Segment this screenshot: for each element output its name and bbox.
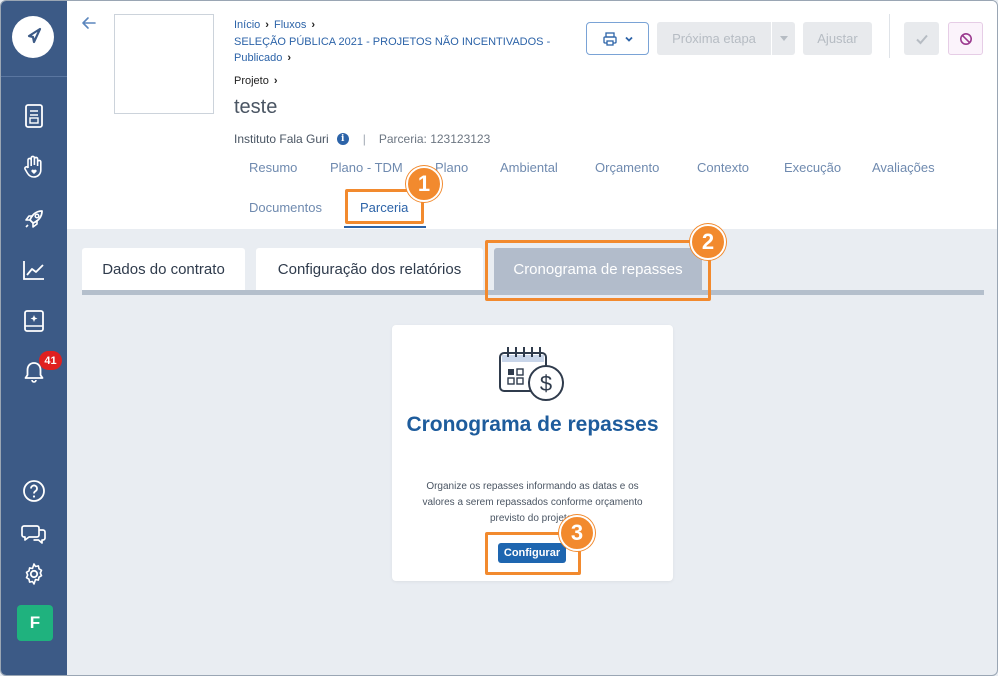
toolbar-divider [889,14,890,58]
breadcrumb-projeto-row: Projeto › [234,75,278,87]
active-tab-underline [344,226,426,228]
breadcrumb-projeto[interactable]: Projeto [234,75,269,87]
printer-icon [602,31,617,46]
avatar[interactable]: F [17,605,53,641]
rocket-icon[interactable] [19,204,49,234]
card-description: Organize os repasses informando as datas… [422,481,643,524]
subtab-dados-contrato[interactable]: Dados do contrato [82,248,245,290]
svg-text:$: $ [540,371,552,396]
project-header: Início › Fluxos › SELEÇÃO PÚBLICA 2021 - PR… [67,1,997,229]
next-stage-button-group: Próxima etapa [657,22,795,55]
info-icon[interactable]: i [336,133,349,145]
sidebar: 41 F [1,1,67,675]
next-stage-dropdown[interactable] [771,22,795,55]
tab-orcamento[interactable]: Orçamento [595,160,659,175]
print-button[interactable] [586,22,649,55]
tab-documentos[interactable]: Documentos [249,200,322,215]
block-icon [959,32,972,45]
tab-avaliacoes[interactable]: Avaliações [872,160,935,175]
tab-execucao[interactable]: Execução [784,160,841,175]
chevron-down-icon [624,36,633,42]
project-thumbnail [114,14,214,114]
chart-icon[interactable] [19,255,49,285]
tab-resumo[interactable]: Resumo [249,160,297,175]
tab-plano[interactable]: Plano [435,160,468,175]
step-marker-1: 1 [406,166,442,202]
app-window: 41 F Início › Fluxos › SELEÇÃO PÚBLICA 2021… [0,0,998,676]
check-icon [915,34,928,44]
caret-down-icon [779,35,788,41]
project-meta: Instituto Fala Guri i | Parceria: 123123… [234,132,490,146]
tab-plano-tdm[interactable]: Plano - TDM [330,160,403,175]
navigation-logo-icon[interactable] [12,16,54,58]
help-icon[interactable] [19,476,49,506]
chat-icon[interactable] [19,518,49,548]
notification-badge: 41 [39,351,62,370]
highlight-box-2 [485,240,711,301]
adjust-button[interactable]: Ajustar [803,22,872,55]
next-stage-button[interactable]: Próxima etapa [657,22,771,55]
book-icon[interactable] [19,306,49,336]
document-icon[interactable] [19,101,49,131]
step-marker-2: 2 [690,224,726,260]
meta-divider: | [362,132,366,146]
tab-ambiental[interactable]: Ambiental [500,160,558,175]
cancel-button[interactable] [948,22,983,55]
calendar-money-icon: $ [498,345,568,403]
page-title: teste [234,96,278,118]
breadcrumb-selecao[interactable]: SELEÇÃO PÚBLICA 2021 - PROJETOS NÃO INCE… [234,36,550,65]
partnership-number: Parceria: 123123123 [378,132,491,146]
back-arrow-icon[interactable] [79,13,99,33]
breadcrumb-fluxos[interactable]: Fluxos [274,19,306,31]
approve-button[interactable] [904,22,939,55]
tab-contexto[interactable]: Contexto [697,160,749,175]
subtab-configuracao-relatorios[interactable]: Configuração dos relatórios [256,248,483,290]
sidebar-divider [1,76,67,77]
gear-icon[interactable] [19,559,49,589]
hand-heart-icon[interactable] [19,152,49,182]
institution-name: Instituto Fala Guri [234,132,329,146]
breadcrumb: Início › Fluxos › SELEÇÃO PÚBLICA 2021 - PR… [234,19,551,65]
breadcrumb-inicio[interactable]: Início [234,19,260,31]
card-title: Cronograma de repasses [406,413,659,436]
step-marker-3: 3 [559,515,595,551]
